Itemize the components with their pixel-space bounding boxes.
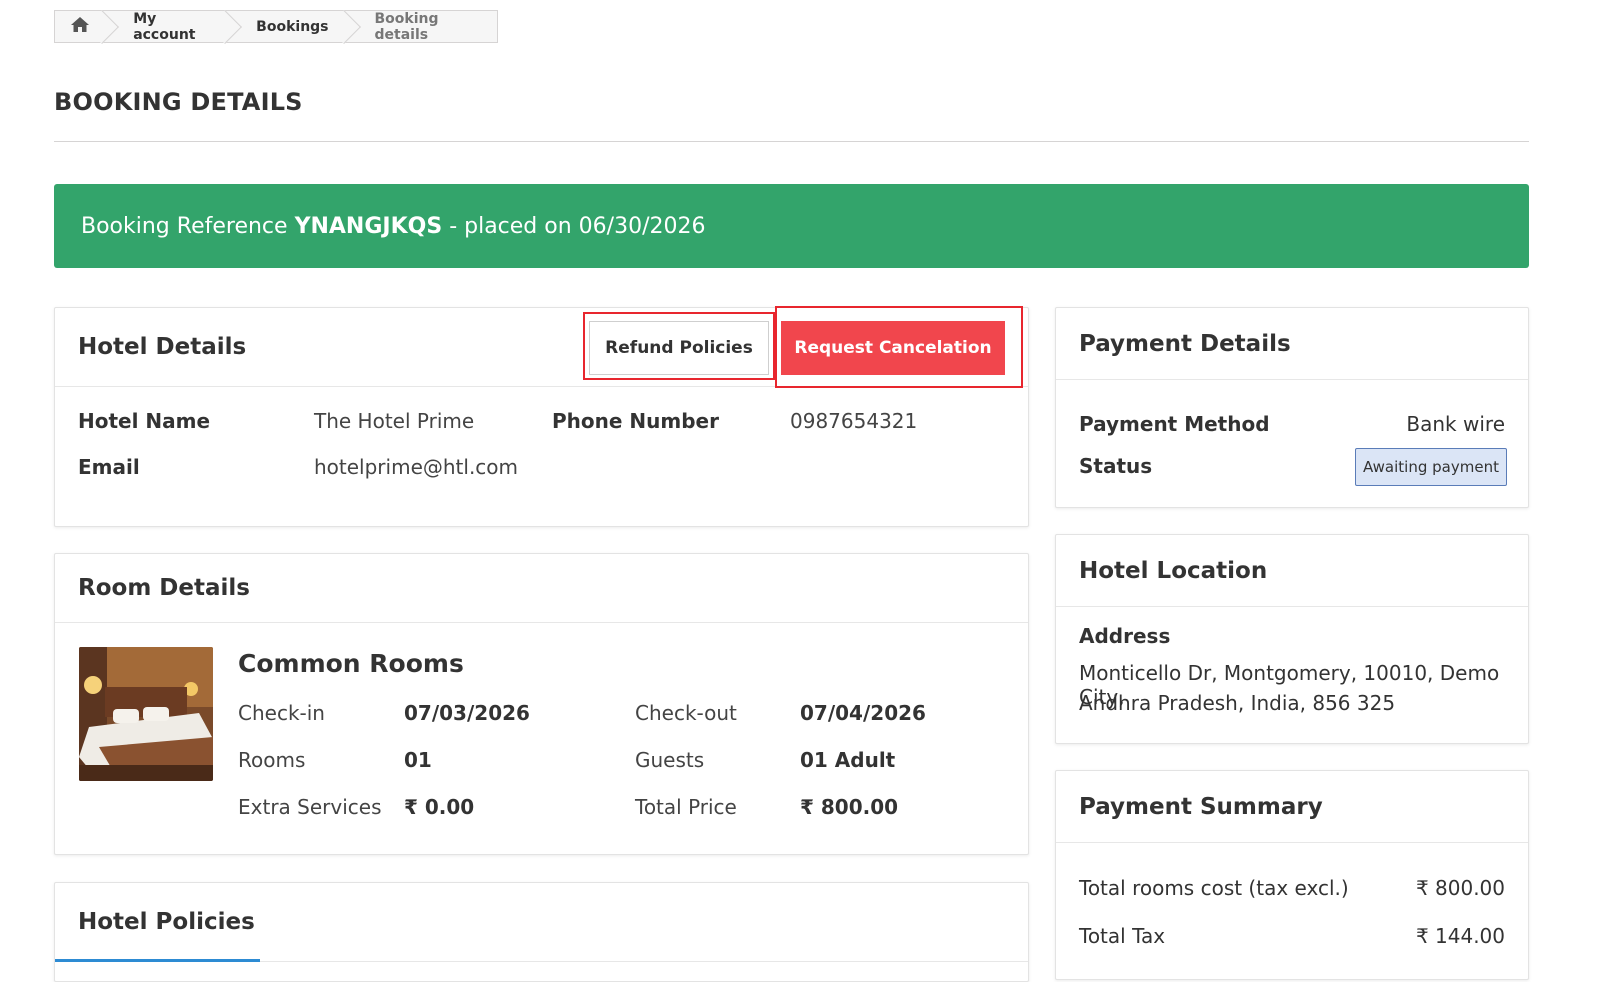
breadcrumb-booking-details: Booking details <box>374 10 439 43</box>
breadcrumb-my-account[interactable]: My account <box>105 11 228 43</box>
rooms-label: Rooms <box>238 748 306 772</box>
payment-method-value: Bank wire <box>1406 412 1505 436</box>
email-value: hotelprime@htl.com <box>314 455 519 479</box>
payment-details-card: Payment Details Payment Method Bank wire… <box>1055 307 1529 508</box>
banner-prefix: Booking Reference <box>81 213 288 239</box>
payment-details-title: Payment Details <box>1079 330 1291 357</box>
hotel-details-header: Hotel Details Refund Policies Request Ca… <box>55 306 1028 388</box>
guests-label: Guests <box>635 748 705 772</box>
hotel-policies-tab[interactable]: Hotel Policies <box>55 883 1028 962</box>
home-icon[interactable] <box>70 16 90 37</box>
address-label: Address <box>1079 624 1171 648</box>
room-name: Common Rooms <box>238 649 464 678</box>
hotel-name-label: Hotel Name <box>78 409 211 433</box>
breadcrumb-bookings[interactable]: Bookings <box>228 11 346 42</box>
banner-placed-on: - placed on 06/30/2026 <box>449 213 706 239</box>
extra-services-value: ₹ 0.00 <box>404 795 475 819</box>
rooms-cost-label: Total rooms cost (tax excl.) <box>1079 876 1349 900</box>
email-label: Email <box>78 455 140 479</box>
extra-services-label: Extra Services <box>238 795 382 819</box>
room-details-title: Room Details <box>78 575 250 601</box>
hotel-location-title: Hotel Location <box>1079 557 1268 584</box>
checkin-value: 07/03/2026 <box>404 701 530 725</box>
hotel-location-header: Hotel Location <box>1056 535 1528 607</box>
hotel-name-value: The Hotel Prime <box>314 409 475 433</box>
total-price-value: ₹ 800.00 <box>800 795 899 819</box>
payment-summary-header: Payment Summary <box>1056 771 1528 843</box>
checkin-label: Check-in <box>238 701 325 725</box>
address-line-2: Andhra Pradesh, India, 856 325 <box>1079 691 1396 715</box>
phone-value: 0987654321 <box>790 409 918 433</box>
breadcrumb-home[interactable] <box>55 11 105 42</box>
total-tax-label: Total Tax <box>1079 924 1166 948</box>
title-divider <box>54 141 1529 142</box>
request-cancelation-button[interactable]: Request Cancelation <box>781 321 1005 375</box>
status-badge: Awaiting payment <box>1355 448 1507 486</box>
rooms-cost-value: ₹ 800.00 <box>1415 876 1505 900</box>
refund-policies-button[interactable]: Refund Policies <box>589 321 769 375</box>
breadcrumb: My account Bookings Booking details <box>54 10 498 43</box>
total-price-label: Total Price <box>635 795 737 819</box>
status-label: Status <box>1079 454 1153 478</box>
hotel-location-card: Hotel Location Address Monticello Dr, Mo… <box>1055 534 1529 744</box>
checkout-value: 07/04/2026 <box>800 701 926 725</box>
payment-summary-card: Payment Summary Total rooms cost (tax ex… <box>1055 770 1529 980</box>
hotel-policies-title: Hotel Policies <box>78 909 255 935</box>
hotel-policies-card: Hotel Policies <box>54 882 1029 982</box>
rooms-value: 01 <box>404 748 432 772</box>
room-details-header: Room Details <box>55 554 1028 623</box>
checkout-label: Check-out <box>635 701 737 725</box>
guests-value: 01 Adult <box>800 748 896 772</box>
active-tab-underline <box>55 959 260 962</box>
payment-method-label: Payment Method <box>1079 412 1270 436</box>
total-tax-value: ₹ 144.00 <box>1415 924 1505 948</box>
room-photo <box>79 647 213 781</box>
payment-summary-title: Payment Summary <box>1079 793 1323 820</box>
hotel-details-card: Hotel Details Refund Policies Request Ca… <box>54 306 1029 527</box>
booking-reference-banner: Booking Reference YNANGJKQS - placed on … <box>54 184 1529 268</box>
hotel-details-title: Hotel Details <box>78 334 247 360</box>
booking-reference: YNANGJKQS <box>294 213 443 239</box>
payment-details-header: Payment Details <box>1056 308 1528 380</box>
page-title: BOOKING DETAILS <box>54 88 303 116</box>
phone-label: Phone Number <box>552 409 719 433</box>
room-details-card: Room Details Common Rooms Check-in 07/03… <box>54 553 1029 855</box>
